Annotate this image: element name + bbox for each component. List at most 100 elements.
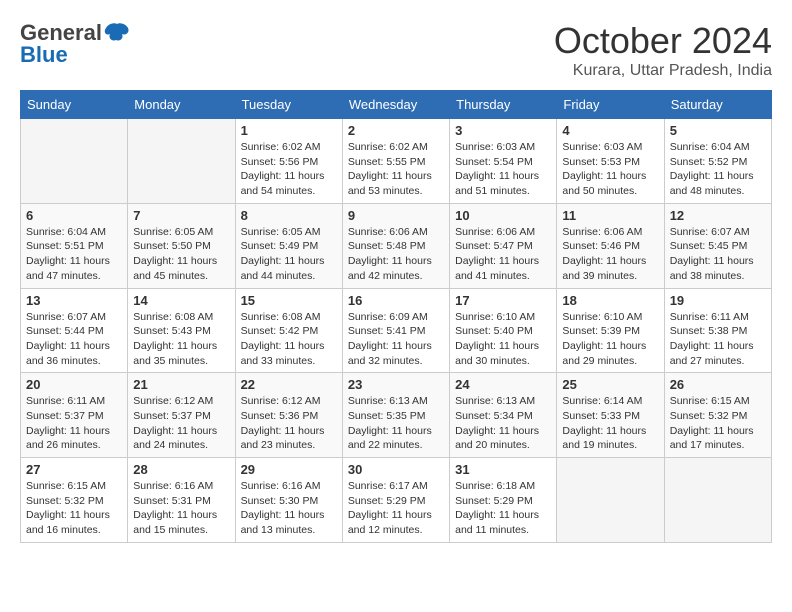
calendar-cell: 12 Sunrise: 6:07 AM Sunset: 5:45 PM Dayl… [664, 203, 771, 288]
calendar-week-5: 27 Sunrise: 6:15 AM Sunset: 5:32 PM Dayl… [21, 458, 772, 543]
day-info: Sunrise: 6:10 AM Sunset: 5:39 PM Dayligh… [562, 310, 658, 369]
day-number: 15 [241, 293, 337, 308]
day-info: Sunrise: 6:06 AM Sunset: 5:47 PM Dayligh… [455, 225, 551, 284]
weekday-header-sunday: Sunday [21, 91, 128, 119]
day-info: Sunrise: 6:15 AM Sunset: 5:32 PM Dayligh… [670, 394, 766, 453]
calendar-cell: 25 Sunrise: 6:14 AM Sunset: 5:33 PM Dayl… [557, 373, 664, 458]
title-section: October 2024 Kurara, Uttar Pradesh, Indi… [554, 20, 772, 80]
day-info: Sunrise: 6:05 AM Sunset: 5:50 PM Dayligh… [133, 225, 229, 284]
logo-blue: Blue [20, 42, 68, 68]
day-number: 27 [26, 462, 122, 477]
day-info: Sunrise: 6:16 AM Sunset: 5:30 PM Dayligh… [241, 479, 337, 538]
day-number: 28 [133, 462, 229, 477]
calendar-cell: 7 Sunrise: 6:05 AM Sunset: 5:50 PM Dayli… [128, 203, 235, 288]
calendar-cell: 19 Sunrise: 6:11 AM Sunset: 5:38 PM Dayl… [664, 288, 771, 373]
calendar-cell: 30 Sunrise: 6:17 AM Sunset: 5:29 PM Dayl… [342, 458, 449, 543]
day-info: Sunrise: 6:06 AM Sunset: 5:48 PM Dayligh… [348, 225, 444, 284]
day-number: 22 [241, 377, 337, 392]
calendar-week-4: 20 Sunrise: 6:11 AM Sunset: 5:37 PM Dayl… [21, 373, 772, 458]
day-number: 26 [670, 377, 766, 392]
calendar-cell: 28 Sunrise: 6:16 AM Sunset: 5:31 PM Dayl… [128, 458, 235, 543]
day-number: 25 [562, 377, 658, 392]
day-info: Sunrise: 6:03 AM Sunset: 5:53 PM Dayligh… [562, 140, 658, 199]
day-number: 23 [348, 377, 444, 392]
calendar-cell: 20 Sunrise: 6:11 AM Sunset: 5:37 PM Dayl… [21, 373, 128, 458]
calendar-cell: 27 Sunrise: 6:15 AM Sunset: 5:32 PM Dayl… [21, 458, 128, 543]
weekday-header-saturday: Saturday [664, 91, 771, 119]
calendar-cell: 22 Sunrise: 6:12 AM Sunset: 5:36 PM Dayl… [235, 373, 342, 458]
day-number: 21 [133, 377, 229, 392]
day-number: 9 [348, 208, 444, 223]
logo-bird-icon [104, 22, 130, 44]
calendar-cell: 21 Sunrise: 6:12 AM Sunset: 5:37 PM Dayl… [128, 373, 235, 458]
day-number: 24 [455, 377, 551, 392]
day-number: 12 [670, 208, 766, 223]
calendar-cell: 31 Sunrise: 6:18 AM Sunset: 5:29 PM Dayl… [450, 458, 557, 543]
day-info: Sunrise: 6:11 AM Sunset: 5:37 PM Dayligh… [26, 394, 122, 453]
day-info: Sunrise: 6:14 AM Sunset: 5:33 PM Dayligh… [562, 394, 658, 453]
weekday-header-wednesday: Wednesday [342, 91, 449, 119]
day-number: 8 [241, 208, 337, 223]
calendar-cell: 4 Sunrise: 6:03 AM Sunset: 5:53 PM Dayli… [557, 119, 664, 204]
calendar-cell: 29 Sunrise: 6:16 AM Sunset: 5:30 PM Dayl… [235, 458, 342, 543]
page-header: General Blue October 2024 Kurara, Uttar … [20, 20, 772, 80]
month-title: October 2024 [554, 20, 772, 62]
day-info: Sunrise: 6:12 AM Sunset: 5:37 PM Dayligh… [133, 394, 229, 453]
day-number: 16 [348, 293, 444, 308]
weekday-header-thursday: Thursday [450, 91, 557, 119]
calendar-cell: 10 Sunrise: 6:06 AM Sunset: 5:47 PM Dayl… [450, 203, 557, 288]
day-number: 31 [455, 462, 551, 477]
calendar-cell [664, 458, 771, 543]
calendar-cell: 5 Sunrise: 6:04 AM Sunset: 5:52 PM Dayli… [664, 119, 771, 204]
day-info: Sunrise: 6:02 AM Sunset: 5:56 PM Dayligh… [241, 140, 337, 199]
calendar-cell: 1 Sunrise: 6:02 AM Sunset: 5:56 PM Dayli… [235, 119, 342, 204]
calendar-cell: 14 Sunrise: 6:08 AM Sunset: 5:43 PM Dayl… [128, 288, 235, 373]
day-info: Sunrise: 6:15 AM Sunset: 5:32 PM Dayligh… [26, 479, 122, 538]
logo: General Blue [20, 20, 130, 68]
day-info: Sunrise: 6:08 AM Sunset: 5:42 PM Dayligh… [241, 310, 337, 369]
weekday-header-tuesday: Tuesday [235, 91, 342, 119]
weekday-header-monday: Monday [128, 91, 235, 119]
calendar-cell: 26 Sunrise: 6:15 AM Sunset: 5:32 PM Dayl… [664, 373, 771, 458]
day-info: Sunrise: 6:18 AM Sunset: 5:29 PM Dayligh… [455, 479, 551, 538]
calendar-cell: 18 Sunrise: 6:10 AM Sunset: 5:39 PM Dayl… [557, 288, 664, 373]
weekday-header-row: SundayMondayTuesdayWednesdayThursdayFrid… [21, 91, 772, 119]
day-info: Sunrise: 6:11 AM Sunset: 5:38 PM Dayligh… [670, 310, 766, 369]
day-number: 7 [133, 208, 229, 223]
calendar-cell: 16 Sunrise: 6:09 AM Sunset: 5:41 PM Dayl… [342, 288, 449, 373]
calendar-cell: 23 Sunrise: 6:13 AM Sunset: 5:35 PM Dayl… [342, 373, 449, 458]
day-info: Sunrise: 6:17 AM Sunset: 5:29 PM Dayligh… [348, 479, 444, 538]
day-info: Sunrise: 6:02 AM Sunset: 5:55 PM Dayligh… [348, 140, 444, 199]
day-number: 10 [455, 208, 551, 223]
location: Kurara, Uttar Pradesh, India [554, 62, 772, 80]
calendar-cell: 6 Sunrise: 6:04 AM Sunset: 5:51 PM Dayli… [21, 203, 128, 288]
day-info: Sunrise: 6:07 AM Sunset: 5:45 PM Dayligh… [670, 225, 766, 284]
day-number: 18 [562, 293, 658, 308]
day-info: Sunrise: 6:10 AM Sunset: 5:40 PM Dayligh… [455, 310, 551, 369]
day-number: 20 [26, 377, 122, 392]
calendar-cell: 8 Sunrise: 6:05 AM Sunset: 5:49 PM Dayli… [235, 203, 342, 288]
day-number: 4 [562, 123, 658, 138]
day-number: 2 [348, 123, 444, 138]
day-info: Sunrise: 6:07 AM Sunset: 5:44 PM Dayligh… [26, 310, 122, 369]
day-info: Sunrise: 6:13 AM Sunset: 5:34 PM Dayligh… [455, 394, 551, 453]
calendar-cell: 11 Sunrise: 6:06 AM Sunset: 5:46 PM Dayl… [557, 203, 664, 288]
day-number: 11 [562, 208, 658, 223]
day-info: Sunrise: 6:12 AM Sunset: 5:36 PM Dayligh… [241, 394, 337, 453]
day-info: Sunrise: 6:04 AM Sunset: 5:51 PM Dayligh… [26, 225, 122, 284]
calendar-cell [557, 458, 664, 543]
calendar-week-2: 6 Sunrise: 6:04 AM Sunset: 5:51 PM Dayli… [21, 203, 772, 288]
day-info: Sunrise: 6:16 AM Sunset: 5:31 PM Dayligh… [133, 479, 229, 538]
day-info: Sunrise: 6:03 AM Sunset: 5:54 PM Dayligh… [455, 140, 551, 199]
day-number: 30 [348, 462, 444, 477]
weekday-header-friday: Friday [557, 91, 664, 119]
calendar-cell: 24 Sunrise: 6:13 AM Sunset: 5:34 PM Dayl… [450, 373, 557, 458]
calendar-cell: 13 Sunrise: 6:07 AM Sunset: 5:44 PM Dayl… [21, 288, 128, 373]
day-info: Sunrise: 6:05 AM Sunset: 5:49 PM Dayligh… [241, 225, 337, 284]
day-number: 13 [26, 293, 122, 308]
day-info: Sunrise: 6:09 AM Sunset: 5:41 PM Dayligh… [348, 310, 444, 369]
day-number: 14 [133, 293, 229, 308]
day-info: Sunrise: 6:08 AM Sunset: 5:43 PM Dayligh… [133, 310, 229, 369]
calendar-cell: 9 Sunrise: 6:06 AM Sunset: 5:48 PM Dayli… [342, 203, 449, 288]
calendar-cell: 15 Sunrise: 6:08 AM Sunset: 5:42 PM Dayl… [235, 288, 342, 373]
